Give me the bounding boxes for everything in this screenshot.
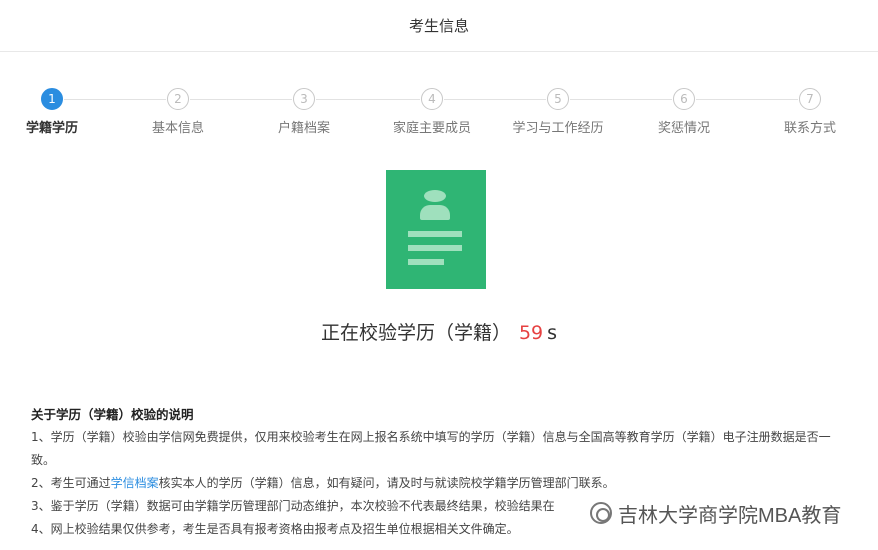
step-2[interactable]: 2 基本信息	[118, 88, 238, 136]
student-card-icon-line	[408, 259, 444, 265]
step-connector	[696, 99, 798, 100]
verify-status-text: 正在校验学历（学籍）	[320, 322, 511, 344]
notes-item-1: 1、学历（学籍）校验由学信网免费提供，仅用来校验考生在网上报名系统中填写的学历（…	[31, 430, 831, 467]
verify-status: 正在校验学历（学籍） 59 s	[0, 318, 878, 345]
step-label: 联系方式	[783, 121, 836, 136]
student-card-icon	[386, 170, 486, 289]
step-label: 户籍档案	[277, 121, 330, 136]
countdown-unit: s	[547, 322, 558, 344]
step-6[interactable]: 6 奖惩情况	[624, 88, 744, 136]
step-label: 学习与工作经历	[512, 121, 604, 136]
step-connector	[444, 99, 546, 100]
notes-item-2-post: 核实本人的学历（学籍）信息，如有疑问，请及时与就读院校学籍学历管理部门联系。	[158, 476, 615, 490]
step-label: 基本信息	[151, 121, 204, 136]
student-card-icon-line	[408, 245, 462, 251]
wechat-icon	[590, 502, 612, 524]
step-4[interactable]: 4 家庭主要成员	[372, 88, 492, 136]
step-connector	[64, 99, 166, 100]
step-number: 2	[167, 88, 189, 110]
student-card-icon-body	[420, 205, 450, 220]
step-number: 4	[421, 88, 443, 110]
watermark: 吉林大学商学院MBA教育	[590, 498, 841, 528]
step-3[interactable]: 3 户籍档案	[244, 88, 364, 136]
notes-item-2: 2、考生可通过学信档案核实本人的学历（学籍）信息，如有疑问，请及时与就读院校学籍…	[31, 472, 851, 495]
step-7[interactable]: 7 联系方式	[750, 88, 870, 136]
step-1[interactable]: 1 学籍学历	[0, 88, 112, 136]
notes-title: 关于学历（学籍）校验的说明	[31, 407, 194, 422]
step-connector	[190, 99, 292, 100]
step-connector	[570, 99, 672, 100]
step-number: 1	[41, 88, 63, 110]
step-label: 学籍学历	[25, 121, 78, 136]
page-header: 考生信息	[0, 0, 878, 52]
progress-steps: 1 学籍学历 2 基本信息 3 户籍档案 4 家庭主要成员 5 学习与工作经历 …	[0, 88, 878, 138]
step-label: 奖惩情况	[657, 121, 710, 136]
watermark-text: 吉林大学商学院MBA教育	[618, 504, 842, 527]
step-label: 家庭主要成员	[392, 121, 471, 136]
step-number: 6	[673, 88, 695, 110]
step-number: 7	[799, 88, 821, 110]
student-card-icon-line	[408, 231, 462, 237]
student-card-icon-head	[424, 190, 446, 202]
step-number: 3	[293, 88, 315, 110]
step-connector	[316, 99, 420, 100]
notes-item-2-pre: 2、考生可通过	[31, 476, 111, 490]
page-title: 考生信息	[408, 17, 469, 35]
step-5[interactable]: 5 学习与工作经历	[498, 88, 618, 136]
step-number: 5	[547, 88, 569, 110]
countdown-value: 59	[518, 322, 544, 344]
xuexin-archive-link[interactable]: 学信档案	[111, 476, 159, 490]
